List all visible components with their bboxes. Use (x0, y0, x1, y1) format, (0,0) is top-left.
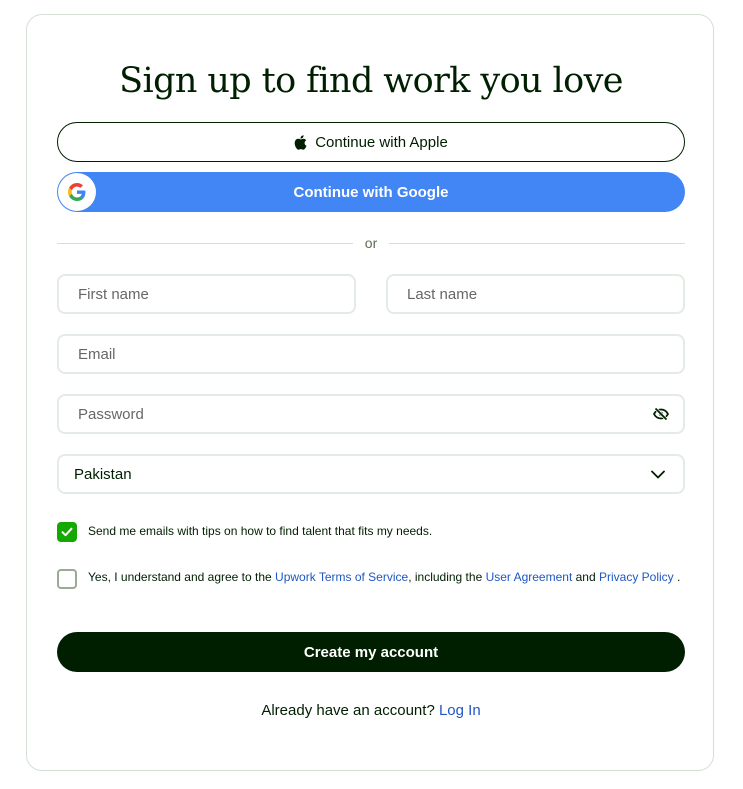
terms-middle: , including the (408, 570, 486, 584)
terms-consent-row: Yes, I understand and agree to the Upwor… (57, 568, 685, 589)
emails-consent-label: Send me emails with tips on how to find … (88, 524, 433, 538)
login-prompt-text: Already have an account? (261, 702, 435, 719)
signup-card: Sign up to find work you love Continue w… (26, 14, 714, 771)
divider-line (389, 242, 686, 244)
terms-prefix: Yes, I understand and agree to the (88, 570, 276, 584)
terms-suffix: . (673, 570, 681, 584)
create-account-button[interactable]: Create my account (57, 632, 685, 672)
last-name-field (386, 274, 685, 314)
eye-slash-icon[interactable] (652, 406, 670, 422)
terms-consent-label: Yes, I understand and agree to the Upwor… (88, 568, 680, 586)
emails-consent-row: Send me emails with tips on how to find … (57, 522, 685, 542)
password-field (57, 394, 685, 434)
apple-icon (294, 134, 307, 150)
divider-line (57, 242, 353, 244)
first-name-field (57, 274, 356, 314)
country-value: Pakistan (74, 465, 132, 483)
divider-label: or (364, 235, 378, 251)
chevron-down-icon (651, 470, 665, 479)
password-input[interactable] (59, 396, 683, 432)
email-field (57, 334, 685, 374)
first-name-input[interactable] (59, 276, 354, 312)
page-title: Sign up to find work you love (119, 61, 623, 101)
apple-button-label: Continue with Apple (315, 133, 448, 151)
continue-with-google-button[interactable]: Continue with Google (57, 172, 685, 212)
country-select[interactable]: Pakistan (57, 454, 685, 494)
check-icon (61, 527, 73, 537)
emails-checkbox[interactable] (57, 522, 77, 542)
login-prompt: Already have an account? Log In (57, 702, 685, 719)
last-name-input[interactable] (388, 276, 683, 312)
terms-and: and (572, 570, 599, 584)
google-button-label: Continue with Google (293, 183, 449, 201)
terms-of-service-link[interactable]: Upwork Terms of Service (275, 570, 408, 584)
google-icon (58, 173, 96, 211)
email-input[interactable] (59, 336, 683, 372)
privacy-policy-link[interactable]: Privacy Policy (599, 570, 674, 584)
or-divider: or (57, 233, 686, 253)
continue-with-apple-button[interactable]: Continue with Apple (57, 122, 685, 162)
user-agreement-link[interactable]: User Agreement (486, 570, 573, 584)
log-in-link[interactable]: Log In (439, 702, 481, 719)
terms-checkbox[interactable] (57, 569, 77, 589)
